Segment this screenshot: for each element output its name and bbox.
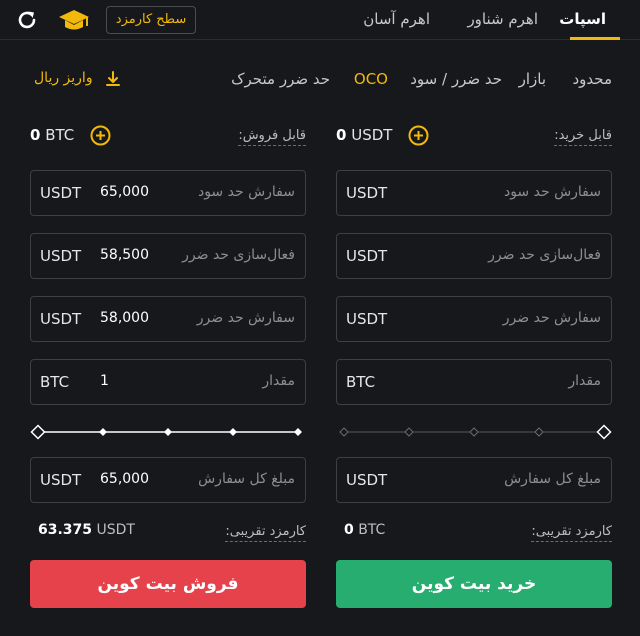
refresh-icon[interactable] (14, 7, 40, 33)
download-icon[interactable] (104, 70, 122, 88)
sell-amount-unit: BTC (40, 373, 70, 391)
sell-balance-unit: BTC (45, 126, 75, 144)
sell-fee: 63.375 USDT (38, 522, 135, 538)
buy-amount-placeholder: مقدار (568, 373, 601, 389)
buy-stop-order-placeholder: سفارش حد ضرر (502, 310, 601, 326)
buy-slider-step[interactable] (339, 427, 349, 437)
buy-balance-unit: USDT (351, 126, 393, 144)
buy-take-profit-unit: USDT (346, 184, 388, 202)
buy-total-placeholder: مبلغ کل سفارش (504, 471, 601, 487)
sell-slider-step[interactable] (164, 428, 172, 436)
sell-take-profit-unit: USDT (40, 184, 82, 202)
buy-stop-trigger-input[interactable]: USDT فعال‌سازی حد ضرر (336, 233, 612, 279)
buy-balance-value: 0 (336, 126, 347, 144)
buy-take-profit-placeholder: سفارش حد سود (503, 184, 601, 200)
sell-slider-step[interactable] (229, 428, 237, 436)
sell-total-input[interactable]: USDT 65,000 مبلغ کل سفارش (30, 457, 306, 503)
sell-slider-step[interactable] (294, 428, 302, 436)
buy-slider-thumb[interactable] (596, 424, 612, 440)
tab-easy-leverage[interactable]: اهرم آسان (363, 10, 430, 28)
sell-stop-trigger-value: 58,500 (100, 247, 149, 263)
deposit-rial-link[interactable]: واریز ریال (34, 70, 93, 86)
sell-take-profit-value: 65,000 (100, 184, 149, 200)
buy-total-unit: USDT (346, 471, 388, 489)
sell-stop-trigger-unit: USDT (40, 247, 82, 265)
sell-available-label: قابل فروش: (238, 128, 306, 146)
tab-spot-underline (570, 37, 620, 40)
sell-take-profit-placeholder: سفارش حد سود (197, 184, 295, 200)
tab-floating-leverage[interactable]: اهرم شناور (467, 10, 538, 28)
buy-bitcoin-button[interactable]: خرید بیت کوین (336, 560, 612, 608)
sell-slider-step[interactable] (99, 428, 107, 436)
tab-spot[interactable]: اسپات (559, 10, 606, 28)
sell-stop-order-value: 58,000 (100, 310, 149, 326)
buy-slider-step[interactable] (404, 427, 414, 437)
buy-available-balance: 0 USDT (336, 126, 392, 144)
sell-fee-value: 63.375 (38, 522, 93, 538)
sell-fee-unit: USDT (96, 522, 135, 538)
sell-total-placeholder: مبلغ کل سفارش (198, 471, 295, 487)
sell-total-unit: USDT (40, 471, 82, 489)
buy-stop-trigger-placeholder: فعال‌سازی حد ضرر (488, 247, 601, 263)
order-type-trailing-stop[interactable]: حد ضرر متحرک (231, 70, 330, 88)
buy-fee-label: کارمزد تقریبی: (531, 524, 612, 542)
sell-available-balance: 0 BTC (30, 126, 74, 144)
buy-amount-input[interactable]: BTC مقدار (336, 359, 612, 405)
buy-fee-value: 0 (344, 522, 354, 538)
sell-stop-trigger-input[interactable]: USDT 58,500 فعال‌سازی حد ضرر (30, 233, 306, 279)
buy-available-label: قابل خرید: (554, 128, 612, 146)
buy-add-funds-icon[interactable] (408, 125, 429, 146)
buy-slider-step[interactable] (534, 427, 544, 437)
sell-bitcoin-button[interactable]: فروش بیت کوین (30, 560, 306, 608)
buy-slider-step[interactable] (469, 427, 479, 437)
sell-fee-label: کارمزد تقریبی: (225, 524, 306, 542)
sell-total-value: 65,000 (100, 471, 149, 487)
order-type-limit[interactable]: محدود (572, 70, 612, 88)
sell-amount-input[interactable]: BTC 1 مقدار (30, 359, 306, 405)
buy-amount-unit: BTC (346, 373, 376, 391)
sell-stop-order-input[interactable]: USDT 58,000 سفارش حد ضرر (30, 296, 306, 342)
buy-take-profit-input[interactable]: USDT سفارش حد سود (336, 170, 612, 216)
sell-stop-trigger-placeholder: فعال‌سازی حد ضرر (182, 247, 295, 263)
sell-stop-order-placeholder: سفارش حد ضرر (196, 310, 295, 326)
sell-take-profit-input[interactable]: USDT 65,000 سفارش حد سود (30, 170, 306, 216)
buy-stop-order-unit: USDT (346, 310, 388, 328)
order-type-market[interactable]: بازار (519, 70, 546, 88)
sell-slider-thumb[interactable] (30, 424, 46, 440)
buy-stop-order-input[interactable]: USDT سفارش حد ضرر (336, 296, 612, 342)
graduation-cap-icon[interactable] (58, 6, 90, 34)
sell-stop-order-unit: USDT (40, 310, 82, 328)
sell-amount-slider[interactable] (30, 424, 306, 440)
buy-fee-unit: BTC (358, 522, 386, 538)
top-bar: سطح کارمزد اسپات اهرم شناور اهرم آسان (0, 0, 640, 40)
buy-stop-trigger-unit: USDT (346, 247, 388, 265)
buy-total-input[interactable]: USDT مبلغ کل سفارش (336, 457, 612, 503)
sell-balance-value: 0 (30, 126, 41, 144)
buy-fee: 0 BTC (344, 522, 385, 538)
fee-level-button[interactable]: سطح کارمزد (106, 6, 196, 34)
sell-add-funds-icon[interactable] (90, 125, 111, 146)
sell-amount-placeholder: مقدار (262, 373, 295, 389)
order-type-oco[interactable]: OCO (354, 70, 388, 88)
sell-amount-value: 1 (100, 373, 109, 389)
order-type-stop-limit[interactable]: حد ضرر / سود (410, 70, 502, 88)
buy-amount-slider[interactable] (336, 424, 612, 440)
